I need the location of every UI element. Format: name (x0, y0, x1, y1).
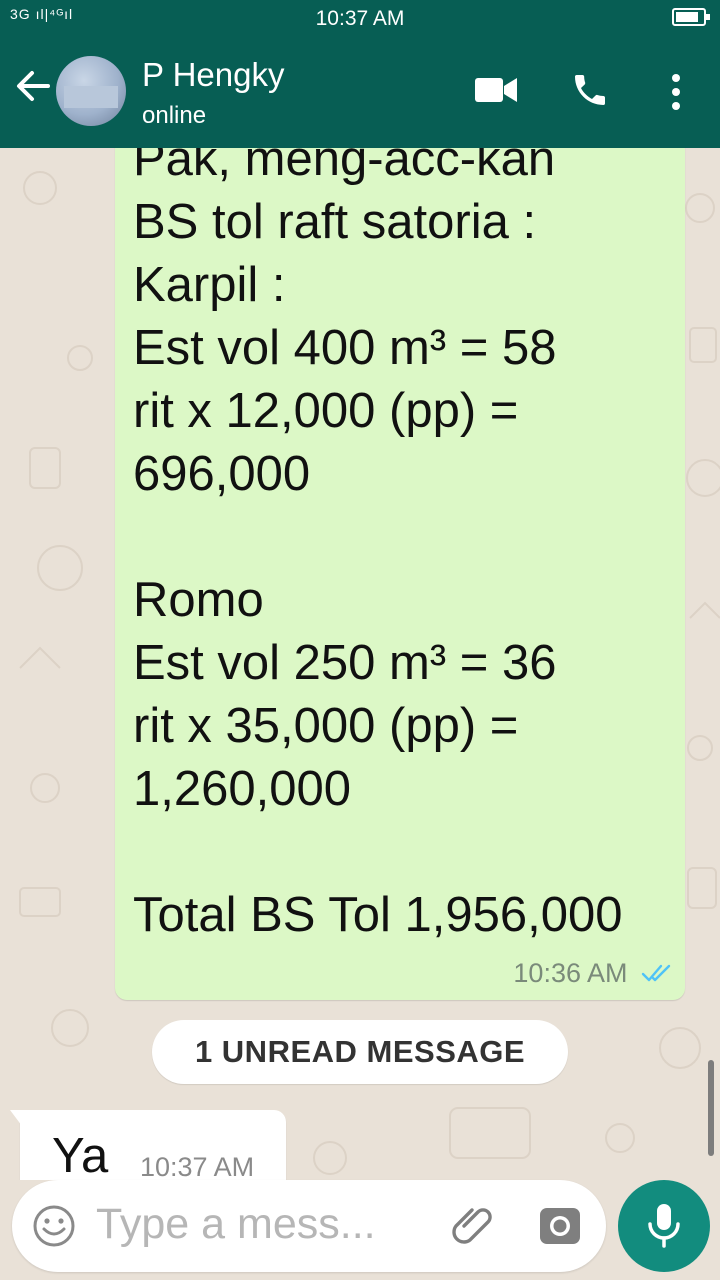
camera-icon[interactable] (538, 1204, 582, 1251)
contact-status: online (142, 102, 207, 129)
outgoing-message-time: 10:36 AM (513, 957, 628, 988)
message-meta: 10:36 AM (513, 958, 671, 990)
video-call-icon[interactable] (474, 72, 518, 113)
chat-area[interactable]: Pak, meng-acc-kan BS tol raft satoria : … (0, 148, 720, 1180)
incoming-message-bubble[interactable]: Ya 10:37 AM (10, 1110, 286, 1180)
more-vert-icon[interactable] (666, 72, 686, 117)
mic-button[interactable] (618, 1180, 710, 1272)
composer-bar: Type a mess... (0, 1180, 720, 1280)
battery-icon (672, 8, 710, 26)
chat-header: P Hengky online (0, 36, 720, 148)
contact-name[interactable]: P Hengky (142, 56, 284, 94)
attach-icon[interactable] (450, 1202, 496, 1253)
phone-icon[interactable] (570, 70, 610, 115)
incoming-message-time: 10:37 AM (140, 1152, 255, 1180)
double-check-icon (641, 959, 671, 990)
scrollbar[interactable] (708, 1060, 714, 1156)
avatar[interactable] (56, 56, 126, 126)
incoming-message-text: Ya (52, 1129, 109, 1180)
message-input[interactable]: Type a mess... (12, 1180, 606, 1272)
outgoing-message-text: Pak, meng-acc-kan BS tol raft satoria : … (133, 148, 623, 942)
emoji-icon[interactable] (32, 1204, 76, 1253)
status-bar: 3G ıl|⁴ᴳıl 10:37 AM (0, 0, 720, 36)
unread-messages-divider: 1 UNREAD MESSAGE (152, 1020, 568, 1084)
mic-icon (648, 1204, 680, 1248)
clock: 10:37 AM (315, 7, 405, 30)
message-placeholder: Type a mess... (96, 1200, 376, 1248)
bubble-tail (10, 1110, 22, 1126)
outgoing-message-bubble[interactable]: Pak, meng-acc-kan BS tol raft satoria : … (115, 148, 685, 1000)
back-arrow-icon[interactable] (14, 66, 50, 106)
